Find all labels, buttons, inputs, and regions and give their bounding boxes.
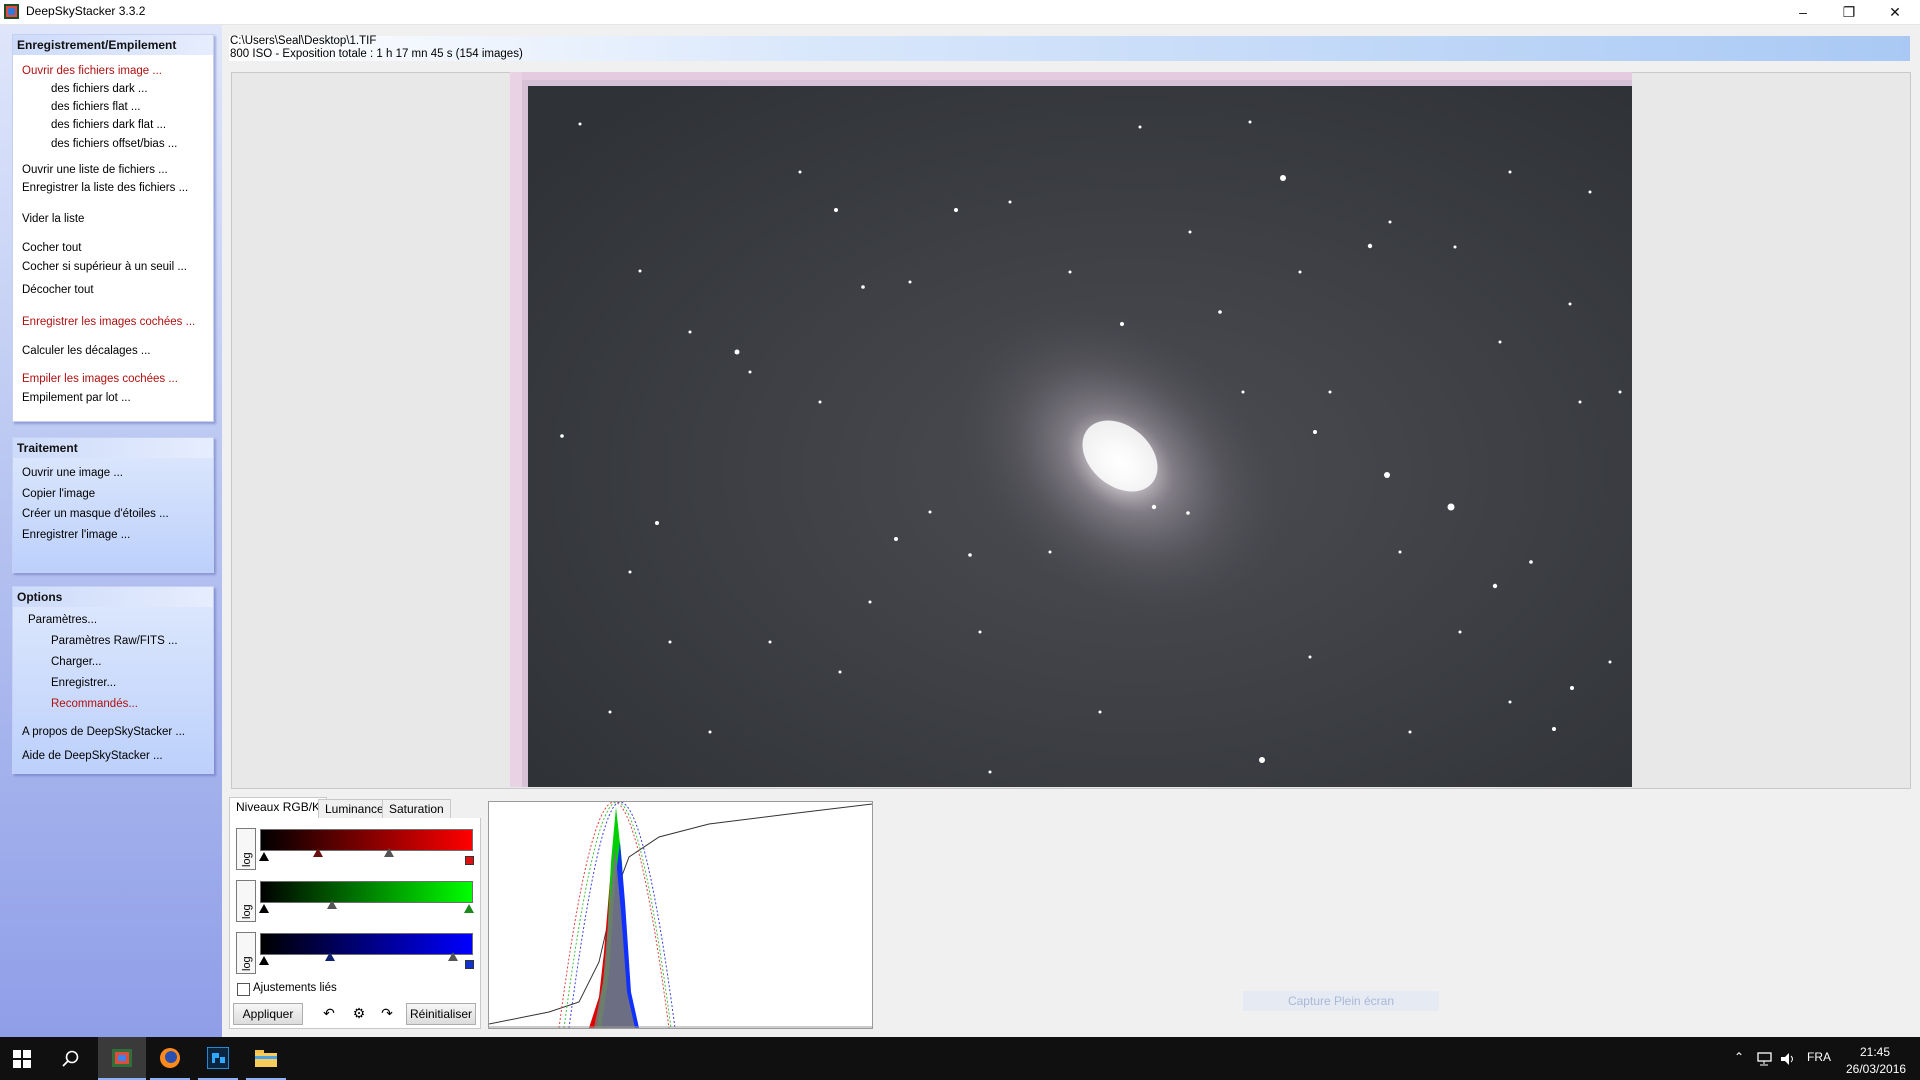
- red-level-gradient: [260, 829, 473, 851]
- panel-header-registering: Enregistrement/Empilement: [13, 35, 213, 55]
- green-white-point-slider[interactable]: [464, 904, 474, 913]
- linked-adjustments-label: Ajustements liés: [253, 982, 337, 994]
- tab-rgb-levels[interactable]: Niveaux RGB/K: [229, 797, 328, 819]
- tab-luminance[interactable]: Luminance: [318, 799, 391, 819]
- blue-level-gradient: [260, 933, 473, 955]
- panel-options: Options Paramètres... Paramètres Raw/FIT…: [12, 586, 214, 774]
- green-black-point-slider[interactable]: [259, 904, 269, 913]
- panel-header-options: Options: [13, 587, 213, 607]
- deepskystacker-app-icon: [112, 1049, 132, 1067]
- search-icon[interactable]: [62, 1050, 80, 1068]
- dark-files-link[interactable]: des fichiers dark ...: [51, 83, 148, 95]
- minimize-icon: –: [1799, 4, 1807, 20]
- taskbar-deepskystacker[interactable]: [98, 1037, 146, 1080]
- create-star-mask-link[interactable]: Créer un masque d'étoiles ...: [22, 508, 169, 520]
- title-bar: [0, 0, 1920, 25]
- sidebar: Enregistrement/Empilement Ouvrir des fic…: [0, 25, 222, 1037]
- raw-fits-settings-link[interactable]: Paramètres Raw/FITS ...: [51, 635, 178, 647]
- green-level-gradient: [260, 881, 473, 903]
- open-file-list-link[interactable]: Ouvrir une liste de fichiers ...: [22, 164, 168, 176]
- volume-icon[interactable]: [1780, 1052, 1798, 1066]
- log-toggle-blue[interactable]: log: [236, 932, 256, 974]
- open-image-link[interactable]: Ouvrir une image ...: [22, 467, 123, 479]
- settings-wheel-button[interactable]: ⚙: [349, 1003, 369, 1023]
- input-language[interactable]: FRA: [1807, 1050, 1831, 1064]
- close-button[interactable]: ✕: [1872, 0, 1918, 24]
- windows-start-icon[interactable]: [13, 1050, 31, 1068]
- gear-icon: ⚙: [352, 1005, 366, 1021]
- close-icon: ✕: [1889, 4, 1901, 20]
- restore-icon: ❐: [1842, 4, 1856, 20]
- deepskystacker-logo-icon: [4, 4, 19, 19]
- log-toggle-red[interactable]: log: [236, 828, 256, 870]
- check-all-link[interactable]: Cocher tout: [22, 242, 81, 254]
- firefox-icon: [160, 1048, 180, 1068]
- blue-channel-swatch: [465, 960, 474, 969]
- red-midtone-slider[interactable]: [313, 848, 323, 857]
- redo-button[interactable]: ↷: [378, 1003, 396, 1023]
- red-channel-swatch: [465, 856, 474, 865]
- dark-flat-files-link[interactable]: des fichiers dark flat ...: [51, 119, 166, 131]
- window-title: DeepSkyStacker 3.3.2: [26, 4, 146, 18]
- tab-saturation[interactable]: Saturation: [382, 799, 451, 819]
- save-file-list-link[interactable]: Enregistrer la liste des fichiers ...: [22, 182, 188, 194]
- clock-time[interactable]: 21:45: [1860, 1045, 1890, 1059]
- exposure-info: 800 ISO - Exposition totale : 1 h 17 mn …: [230, 48, 523, 60]
- compute-offsets-link[interactable]: Calculer les décalages ...: [22, 345, 150, 357]
- panel-processing: Traitement Ouvrir une image ... Copier l…: [12, 437, 214, 573]
- clear-list-link[interactable]: Vider la liste: [22, 213, 84, 225]
- taskbar-photoshop[interactable]: [194, 1037, 242, 1080]
- minimize-button[interactable]: –: [1780, 0, 1826, 24]
- taskbar-file-explorer[interactable]: [242, 1037, 290, 1080]
- check-above-threshold-link[interactable]: Cocher si supérieur à un seuil ...: [22, 261, 187, 273]
- red-black-point-slider[interactable]: [259, 852, 269, 861]
- taskbar-firefox[interactable]: [146, 1037, 194, 1080]
- panel-header-processing: Traitement: [13, 438, 213, 458]
- uncheck-all-link[interactable]: Décocher tout: [22, 284, 94, 296]
- blue-midtone-slider[interactable]: [325, 952, 335, 961]
- luminance-histogram: [594, 847, 635, 1028]
- panel-registering: Enregistrement/Empilement Ouvrir des fic…: [12, 34, 214, 422]
- tray-chevron-icon[interactable]: ⌃: [1734, 1050, 1744, 1064]
- log-label: log: [241, 956, 253, 971]
- undo-icon: ↶: [323, 1005, 335, 1021]
- reset-button[interactable]: Réinitialiser: [406, 1003, 476, 1025]
- stacked-image[interactable]: [510, 72, 1632, 787]
- save-settings-link[interactable]: Enregistrer...: [51, 677, 116, 689]
- copy-image-link[interactable]: Copier l'image: [22, 488, 95, 500]
- network-icon[interactable]: [1755, 1052, 1773, 1066]
- folder-icon: [255, 1050, 277, 1067]
- histogram-chart: [488, 801, 873, 1029]
- red-white-point-slider[interactable]: [384, 848, 394, 857]
- linked-adjustments-checkbox[interactable]: [237, 983, 250, 996]
- apply-button[interactable]: Appliquer: [233, 1003, 303, 1025]
- blue-white-point-slider[interactable]: [448, 952, 458, 961]
- blue-black-point-slider[interactable]: [259, 956, 269, 965]
- stack-checked-link[interactable]: Empiler les images cochées ...: [22, 373, 178, 385]
- clock-date[interactable]: 26/03/2016: [1846, 1062, 1906, 1076]
- flat-files-link[interactable]: des fichiers flat ...: [51, 101, 140, 113]
- photoshop-icon: [207, 1047, 229, 1069]
- green-midtone-slider[interactable]: [327, 900, 337, 909]
- undo-button[interactable]: ↶: [320, 1003, 338, 1023]
- tone-curve: [489, 803, 872, 1025]
- settings-link[interactable]: Paramètres...: [28, 614, 97, 626]
- save-image-link[interactable]: Enregistrer l'image ...: [22, 529, 130, 541]
- batch-stacking-link[interactable]: Empilement par lot ...: [22, 392, 131, 404]
- offset-bias-files-link[interactable]: des fichiers offset/bias ...: [51, 138, 177, 150]
- redo-icon: ↷: [381, 1005, 393, 1021]
- open-image-files-link[interactable]: Ouvrir des fichiers image ...: [22, 65, 162, 77]
- restore-button[interactable]: ❐: [1826, 0, 1872, 24]
- file-path: C:\Users\Seal\Desktop\1.TIF: [230, 35, 377, 47]
- recommended-settings-link[interactable]: Recommandés...: [51, 698, 138, 710]
- log-label: log: [241, 904, 253, 919]
- log-label: log: [241, 852, 253, 867]
- about-link[interactable]: A propos de DeepSkyStacker ...: [22, 726, 185, 738]
- help-link[interactable]: Aide de DeepSkyStacker ...: [22, 750, 163, 762]
- register-checked-link[interactable]: Enregistrer les images cochées ...: [22, 316, 195, 328]
- load-settings-link[interactable]: Charger...: [51, 656, 102, 668]
- capture-fullscreen-button[interactable]: Capture Plein écran: [1243, 991, 1439, 1011]
- log-toggle-green[interactable]: log: [236, 880, 256, 922]
